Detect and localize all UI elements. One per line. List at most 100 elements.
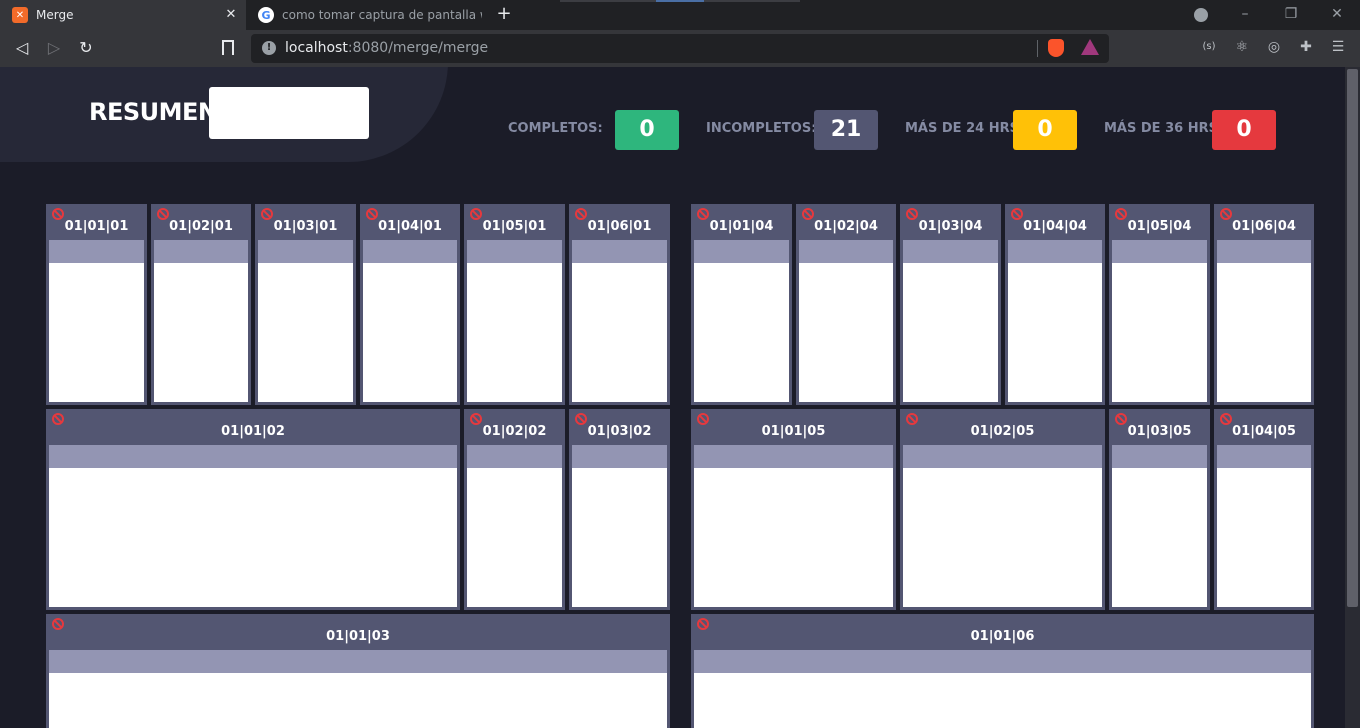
divider (1037, 40, 1038, 57)
cell-body (694, 468, 893, 607)
stat-badge-completos[interactable]: 0 (615, 110, 679, 150)
restore-icon[interactable]: ❐ (1283, 6, 1299, 22)
cell-01-01-04[interactable]: 01|01|04 (691, 204, 792, 405)
stat-badge-incompletos[interactable]: 21 (814, 110, 878, 150)
close-window-icon[interactable]: ✕ (1329, 6, 1345, 22)
cell-01-03-04[interactable]: 01|03|04 (900, 204, 1001, 405)
cell-01-04-01[interactable]: 01|04|01 (360, 204, 460, 405)
new-tab-button[interactable]: + (494, 4, 514, 24)
cell-label: 01|01|04 (709, 219, 774, 234)
cell-body (572, 468, 667, 607)
cell-01-05-04[interactable]: 01|05|04 (1109, 204, 1210, 405)
cell-01-03-02[interactable]: 01|03|02 (569, 409, 670, 610)
brave-rewards-icon[interactable] (1081, 39, 1099, 55)
cell-label: 01|03|02 (587, 424, 652, 439)
cell-01-01-03[interactable]: 01|01|03 (46, 614, 670, 728)
cell-bar (467, 240, 562, 263)
summary-title: RESUMEN (89, 98, 218, 126)
cell-bar (258, 240, 353, 263)
cell-label: 01|02|04 (814, 219, 878, 234)
cell-label: 01|02|02 (482, 424, 547, 439)
tab-title: Merge (36, 8, 74, 22)
cell-body (154, 263, 248, 402)
cell-label: 01|01|06 (970, 629, 1035, 644)
cell-label: 01|05|04 (1127, 219, 1192, 234)
cell-01-01-05[interactable]: 01|01|05 (691, 409, 896, 610)
cell-body (49, 673, 667, 728)
puzzle-extensions-icon[interactable]: ✚ (1297, 38, 1315, 56)
cell-bar (799, 240, 893, 263)
cell-label: 01|01|03 (326, 629, 390, 644)
cell-body (572, 263, 667, 402)
cell-body (1112, 263, 1207, 402)
cell-01-01-06[interactable]: 01|01|06 (691, 614, 1314, 728)
cell-01-01-02[interactable]: 01|01|02 (46, 409, 460, 610)
cell-01-03-01[interactable]: 01|03|01 (255, 204, 356, 405)
summary-search-input[interactable] (209, 87, 369, 139)
stat-label-24hrs: MÁS DE 24 HRS: (905, 121, 1025, 136)
cell-01-04-04[interactable]: 01|04|04 (1005, 204, 1105, 405)
cell-01-01-01[interactable]: 01|01|01 (46, 204, 147, 405)
cell-01-06-04[interactable]: 01|06|04 (1214, 204, 1314, 405)
cell-bar (694, 445, 893, 468)
cell-body (1217, 468, 1311, 607)
cell-01-05-01[interactable]: 01|05|01 (464, 204, 565, 405)
url-text[interactable]: localhost:8080/merge/merge (285, 40, 488, 56)
extension-s-icon[interactable]: (s) (1200, 38, 1218, 56)
tab-strip-accent (656, 0, 704, 2)
cell-bar (467, 445, 562, 468)
close-icon[interactable]: ✕ (222, 6, 240, 24)
cell-body (1008, 263, 1102, 402)
cell-body (49, 263, 144, 402)
stat-label-completos: COMPLETOS: (508, 121, 603, 136)
cell-label: 01|02|05 (970, 424, 1035, 439)
cell-bar (49, 240, 144, 263)
tab-title: como tomar captura de pantalla windo (282, 8, 482, 22)
tab-merge[interactable]: ✕ Merge ✕ (0, 0, 246, 30)
minimize-icon[interactable]: – (1237, 6, 1253, 22)
cell-label: 01|02|01 (169, 219, 233, 234)
address-bar[interactable]: ! localhost:8080/merge/merge (251, 34, 1109, 63)
cell-label: 01|01|02 (221, 424, 285, 439)
back-icon[interactable]: ◁ (12, 38, 32, 58)
stat-badge-24hrs[interactable]: 0 (1013, 110, 1077, 150)
cell-body (363, 263, 457, 402)
cell-01-02-04[interactable]: 01|02|04 (796, 204, 896, 405)
tab-search-icon[interactable] (1194, 8, 1208, 22)
cell-label: 01|04|01 (378, 219, 442, 234)
forward-icon[interactable]: ▷ (44, 38, 64, 58)
cell-body (694, 673, 1311, 728)
cell-bar (572, 445, 667, 468)
cell-bar (1112, 445, 1207, 468)
cell-bar (363, 240, 457, 263)
scrollbar-thumb[interactable] (1347, 69, 1358, 607)
cell-body (258, 263, 353, 402)
cell-bar (49, 445, 457, 468)
brave-shields-icon[interactable] (1048, 39, 1064, 57)
cell-bar (1217, 445, 1311, 468)
cell-01-02-05[interactable]: 01|02|05 (900, 409, 1105, 610)
cell-label: 01|01|05 (761, 424, 826, 439)
cell-01-03-05[interactable]: 01|03|05 (1109, 409, 1210, 610)
cell-01-02-01[interactable]: 01|02|01 (151, 204, 251, 405)
cell-01-02-02[interactable]: 01|02|02 (464, 409, 565, 610)
cell-bar (694, 240, 789, 263)
cell-bar (49, 650, 667, 673)
bookmark-icon[interactable] (222, 40, 234, 55)
cell-label: 01|03|04 (918, 219, 983, 234)
page-content: RESUMEN COMPLETOS: 0 INCOMPLETOS: 21 MÁS… (0, 67, 1345, 728)
info-icon[interactable]: ! (262, 41, 276, 55)
target-icon[interactable]: ◎ (1265, 38, 1283, 56)
cell-01-06-01[interactable]: 01|06|01 (569, 204, 670, 405)
menu-icon[interactable]: ☰ (1329, 38, 1347, 56)
cell-label: 01|04|04 (1023, 219, 1087, 234)
react-devtools-icon[interactable]: ⚛ (1233, 38, 1251, 56)
cell-01-04-05[interactable]: 01|04|05 (1214, 409, 1314, 610)
cell-bar (1008, 240, 1102, 263)
cell-body (1112, 468, 1207, 607)
cell-body (903, 468, 1102, 607)
stat-badge-36hrs[interactable]: 0 (1212, 110, 1276, 150)
cell-body (799, 263, 893, 402)
tab-google[interactable]: G como tomar captura de pantalla windo (246, 0, 490, 30)
reload-icon[interactable]: ↻ (76, 38, 96, 58)
